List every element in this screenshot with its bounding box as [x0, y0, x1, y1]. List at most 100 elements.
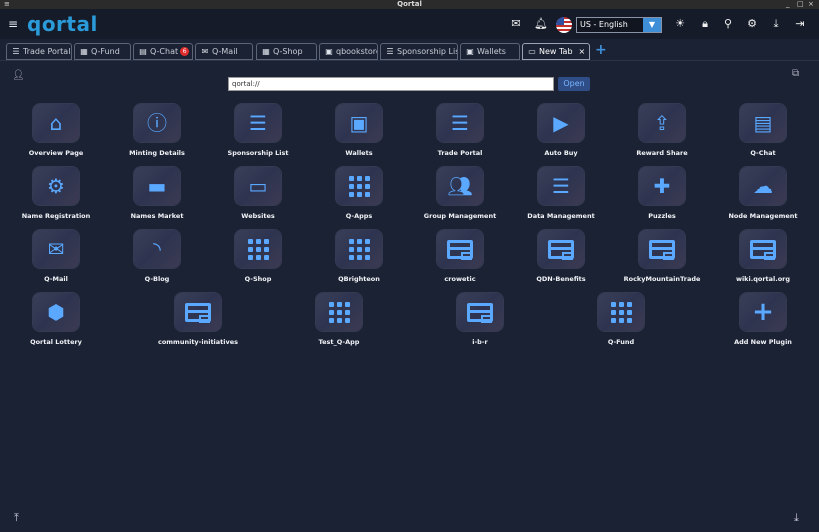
- app-tile-qdn-benefits[interactable]: QDN-Benefits: [516, 230, 606, 283]
- info-icon: ⓘ: [134, 104, 180, 142]
- tab-new-tab[interactable]: ▭ New Tab ×: [522, 43, 590, 60]
- language-select[interactable]: US - English ▼: [576, 17, 662, 33]
- app-tile-overview-page[interactable]: ⌂ Overview Page: [11, 104, 101, 157]
- app-tile-q-fund[interactable]: Q-Fund: [576, 293, 666, 346]
- app-label: Node Management: [728, 212, 798, 220]
- group-icon: 👥︎: [437, 167, 483, 205]
- search-icon[interactable]: ⚲: [721, 18, 735, 29]
- app-tile-add-new-plugin[interactable]: + Add New Plugin: [718, 293, 808, 346]
- app-tile-group-management[interactable]: 👥︎ Group Management: [415, 167, 505, 220]
- app-tile-community-initiatives[interactable]: community-initiatives: [153, 293, 243, 346]
- app-tile-name-registration[interactable]: ⚙ Name Registration: [11, 167, 101, 220]
- app-tile-q-chat[interactable]: ▤ Q-Chat: [718, 104, 808, 157]
- app-tile-qortal-lottery[interactable]: ⬢ Qortal Lottery: [11, 293, 101, 346]
- app-tile-node-management[interactable]: ☁ Node Management: [718, 167, 808, 220]
- app-tile-auto-buy[interactable]: ▶ Auto Buy: [516, 104, 606, 157]
- tab-label: Wallets: [477, 47, 506, 56]
- mail-icon[interactable]: ✉: [509, 18, 523, 29]
- app-tile-wiki-qortal-org[interactable]: wiki.qortal.org: [718, 230, 808, 283]
- tab-sponsorship-list[interactable]: ☰ Sponsorship List: [380, 43, 458, 60]
- app-tile-names-market[interactable]: ▬ Names Market: [112, 167, 202, 220]
- tab-trade-portal[interactable]: ☰ Trade Portal: [6, 43, 72, 60]
- apps-grid-icon: [336, 167, 382, 205]
- storage-icon: ☰: [538, 167, 584, 205]
- theme-toggle-icon[interactable]: ☀: [673, 18, 687, 29]
- apps-grid-icon: [598, 293, 644, 331]
- tab-q-shop[interactable]: ▦ Q-Shop: [256, 43, 317, 60]
- upload-icon[interactable]: ⤒: [14, 511, 19, 525]
- download-icon[interactable]: ⤓: [769, 18, 783, 29]
- tab-label: New Tab: [539, 47, 573, 56]
- language-value: US - English: [580, 20, 628, 29]
- app-tile-test-q-app[interactable]: Test_Q-App: [294, 293, 384, 346]
- app-tile-i-b-r[interactable]: i-b-r: [435, 293, 525, 346]
- tab-label: Q-Shop: [273, 47, 303, 56]
- app-label: Add New Plugin: [734, 338, 792, 346]
- url-input[interactable]: qortal://: [228, 77, 554, 91]
- tab-q-fund[interactable]: ▦ Q-Fund: [74, 43, 131, 60]
- app-tile-websites[interactable]: ▭ Websites: [213, 167, 303, 220]
- notification-bell-icon[interactable]: 🔔︎: [534, 18, 548, 29]
- tab-bar: ☰ Trade Portal ▦ Q-Fund ▤ Q-Chat 6 ✉ Q-Mail ▦…: [0, 39, 819, 61]
- tab-label: Q-Mail: [212, 47, 238, 56]
- app-tile-rockymountaintrade[interactable]: RockyMountainTrade: [617, 230, 707, 283]
- app-tile-wallets[interactable]: ▣ Wallets: [314, 104, 404, 157]
- chevron-down-icon[interactable]: ▼: [643, 18, 661, 32]
- close-tab-icon[interactable]: ×: [579, 47, 586, 56]
- tab-q-chat[interactable]: ▤ Q-Chat 6: [133, 43, 193, 60]
- minimize-button[interactable]: _: [786, 0, 790, 9]
- window-title: Qortal: [397, 0, 422, 8]
- share-icon: ⇪: [639, 104, 685, 142]
- app-label: Names Market: [130, 212, 184, 220]
- app-tile-crowetic[interactable]: crowetic: [415, 230, 505, 283]
- app-label: Sponsorship List: [227, 149, 289, 157]
- tab-wallets[interactable]: ▣ Wallets: [460, 43, 520, 60]
- app-tile-trade-portal[interactable]: ☰ Trade Portal: [415, 104, 505, 157]
- app-label: Q-Chat: [750, 149, 776, 157]
- app-label: i-b-r: [472, 338, 488, 346]
- app-tile-minting-details[interactable]: ⓘ Minting Details: [112, 104, 202, 157]
- app-tile-data-management[interactable]: ☰ Data Management: [516, 167, 606, 220]
- download-bottom-icon[interactable]: ⤓: [794, 511, 799, 525]
- app-tile-sponsorship-list[interactable]: ☰ Sponsorship List: [213, 104, 303, 157]
- app-tile-puzzles[interactable]: ✚ Puzzles: [617, 167, 707, 220]
- lock-icon[interactable]: 🔒︎: [698, 18, 712, 29]
- tab-label: Q-Chat: [150, 47, 179, 56]
- app-label: Websites: [241, 212, 275, 220]
- window-icon: [437, 230, 483, 268]
- tab-qbookstore[interactable]: ▣ qbookstore: [319, 43, 378, 60]
- app-tile-q-mail[interactable]: ✉ Q-Mail: [11, 230, 101, 283]
- app-label: QBrighteon: [338, 275, 380, 283]
- maximize-button[interactable]: □: [797, 0, 804, 9]
- user-search-icon[interactable]: 👤︎: [12, 70, 25, 81]
- wallet-icon: ▣: [466, 47, 474, 56]
- switch-view-icon[interactable]: ⧉: [792, 68, 799, 79]
- mail-icon: ✉: [33, 230, 79, 268]
- app-tile-q-shop[interactable]: Q-Shop: [213, 230, 303, 283]
- tab-label: Q-Fund: [91, 47, 120, 56]
- app-label: Auto Buy: [544, 149, 578, 157]
- app-tile-q-blog[interactable]: ◝ Q-Blog: [112, 230, 202, 283]
- puzzle-icon: ✚: [639, 167, 685, 205]
- app-label: crowetic: [444, 275, 476, 283]
- app-tile-q-apps[interactable]: Q-Apps: [314, 167, 404, 220]
- app-label: Test_Q-App: [318, 338, 360, 346]
- app-label: QDN-Benefits: [536, 275, 586, 283]
- hamburger-menu-icon[interactable]: ≡: [8, 18, 18, 30]
- app-label: Group Management: [423, 212, 497, 220]
- app-label: RockyMountainTrade: [623, 275, 701, 283]
- list-icon: ☰: [437, 104, 483, 142]
- apps-grid-icon: [235, 230, 281, 268]
- tab-q-mail[interactable]: ✉ Q-Mail: [195, 43, 253, 60]
- close-window-button[interactable]: ×: [808, 0, 814, 9]
- add-tab-button[interactable]: +: [595, 42, 607, 58]
- app-label: Puzzles: [648, 212, 676, 220]
- app-tile-reward-share[interactable]: ⇪ Reward Share: [617, 104, 707, 157]
- tab-label: Sponsorship List: [397, 47, 458, 56]
- apps-grid-icon: [316, 293, 362, 331]
- tab-label: Trade Portal: [23, 47, 71, 56]
- logout-icon[interactable]: ⇥: [793, 18, 807, 29]
- open-button[interactable]: Open: [558, 77, 590, 91]
- app-tile-qbrighteon[interactable]: QBrighteon: [314, 230, 404, 283]
- settings-gear-icon[interactable]: ⚙: [745, 18, 759, 29]
